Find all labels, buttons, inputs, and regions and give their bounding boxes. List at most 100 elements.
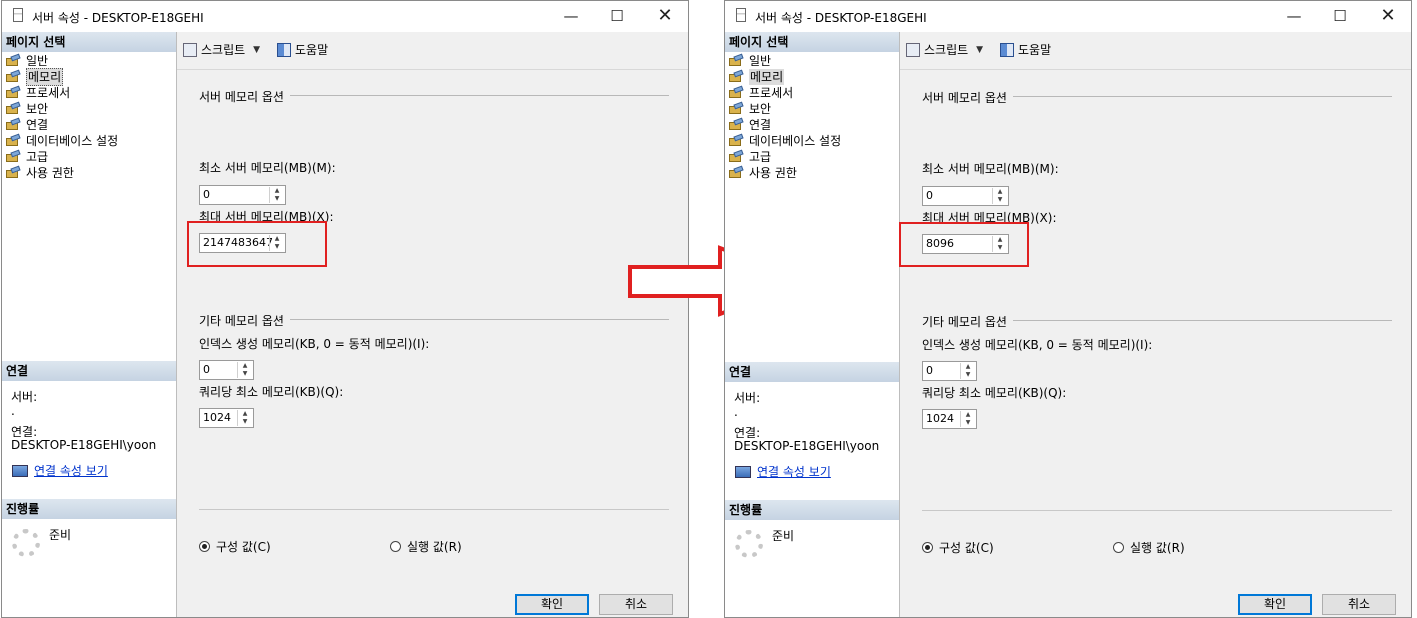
script-button[interactable]: 스크립트 ▼: [183, 41, 266, 58]
down-arrow-icon: ▼: [242, 370, 248, 377]
index-creation-memory-input[interactable]: 0 ▲ ▼: [922, 361, 977, 381]
min-server-memory-input[interactable]: 0 ▲ ▼: [199, 185, 286, 205]
nav-item-memory[interactable]: 메모리: [6, 68, 64, 86]
nav-item-processor[interactable]: 프로세서: [729, 85, 793, 101]
connection-header: 연결: [725, 362, 899, 382]
progress-header: 진행률: [2, 499, 176, 519]
progress-spinner-icon: [12, 529, 40, 557]
page-icon: [6, 151, 20, 163]
progress-spinner-icon: [735, 530, 763, 558]
other-memory-group-label: 기타 메모리 옵션: [922, 313, 1013, 330]
radio-unselected-icon: [390, 541, 401, 552]
page-icon: [729, 135, 743, 147]
close-button[interactable]: ✕: [648, 5, 682, 27]
down-arrow-icon: ▼: [965, 371, 971, 378]
cancel-button[interactable]: 취소: [1322, 594, 1396, 615]
cancel-button[interactable]: 취소: [599, 594, 673, 615]
connection-label: 연결:: [734, 426, 761, 440]
help-button[interactable]: 도움말: [277, 41, 328, 58]
nav-item-permissions[interactable]: 사용 권한: [6, 165, 74, 181]
ok-button[interactable]: 확인: [1238, 594, 1312, 615]
server-memory-group-label: 서버 메모리 옵션: [199, 88, 290, 105]
help-button[interactable]: 도움말: [1000, 41, 1051, 58]
min-query-memory-input[interactable]: 1024 ▲ ▼: [199, 408, 254, 428]
down-arrow-icon: ▼: [997, 196, 1003, 203]
running-values-radio[interactable]: 실행 값(R): [390, 538, 462, 555]
connection-label: 연결:: [11, 425, 38, 439]
window-title: 서버 속성 - DESKTOP-E18GEHI: [32, 11, 204, 25]
toolbar: 스크립트 ▼ 도움말: [900, 32, 1411, 70]
min-server-memory-input[interactable]: 0 ▲ ▼: [922, 186, 1009, 206]
page-icon: [729, 71, 743, 83]
page-icon: [6, 167, 20, 179]
min-query-memory-input[interactable]: 1024 ▲ ▼: [922, 409, 977, 429]
index-creation-memory-input[interactable]: 0 ▲ ▼: [199, 360, 254, 380]
connection-value: DESKTOP-E18GEHI\yoon: [734, 439, 880, 453]
running-values-radio[interactable]: 실행 값(R): [1113, 539, 1185, 556]
nav-item-general[interactable]: 일반: [729, 53, 771, 69]
down-arrow-icon: ▼: [965, 419, 971, 426]
up-arrow-icon: ▲: [274, 187, 280, 194]
toolbar: 스크립트 ▼ 도움말: [177, 32, 688, 70]
spinner-buttons[interactable]: ▲ ▼: [992, 188, 1007, 204]
nav-item-security[interactable]: 보안: [6, 101, 48, 117]
down-arrow-icon: ▼: [242, 418, 248, 425]
server-value: .: [11, 404, 15, 418]
spinner-buttons[interactable]: ▲ ▼: [237, 410, 252, 426]
window-title: 서버 속성 - DESKTOP-E18GEHI: [755, 11, 927, 25]
server-value: .: [734, 405, 738, 419]
nav-item-security[interactable]: 보안: [729, 101, 771, 117]
nav-item-connections[interactable]: 연결: [729, 117, 771, 133]
nav-item-processor[interactable]: 프로세서: [6, 85, 70, 101]
min-server-memory-label: 최소 서버 메모리(MB)(M):: [199, 161, 336, 175]
nav-item-advanced[interactable]: 고급: [6, 149, 48, 165]
nav-item-advanced[interactable]: 고급: [729, 149, 771, 165]
spinner-buttons[interactable]: ▲ ▼: [960, 411, 975, 427]
page-select-header: 페이지 선택: [2, 32, 176, 52]
page-select-header: 페이지 선택: [725, 32, 899, 52]
highlight-box: [899, 222, 1029, 267]
view-connection-properties-link[interactable]: 연결 속성 보기: [12, 462, 108, 479]
maximize-button[interactable]: ☐: [600, 5, 634, 27]
spinner-buttons[interactable]: ▲ ▼: [960, 363, 975, 379]
title-bar: 서버 속성 - DESKTOP-E18GEHI — ☐ ✕: [725, 1, 1411, 32]
nav-item-general[interactable]: 일반: [6, 53, 48, 69]
minimize-button[interactable]: —: [554, 5, 588, 27]
progress-status: 준비: [49, 528, 72, 542]
page-icon: [6, 103, 20, 115]
up-arrow-icon: ▲: [965, 411, 971, 418]
nav-item-database-settings[interactable]: 데이터베이스 설정: [729, 133, 841, 149]
index-creation-memory-label: 인덱스 생성 메모리(KB, 0 = 동적 메모리)(I):: [922, 338, 1153, 352]
connection-header: 연결: [2, 361, 176, 381]
dropdown-arrow-icon[interactable]: ▼: [976, 45, 983, 55]
nav-item-database-settings[interactable]: 데이터베이스 설정: [6, 133, 118, 149]
spinner-buttons[interactable]: ▲ ▼: [269, 187, 284, 203]
server-memory-group-label: 서버 메모리 옵션: [922, 89, 1013, 106]
server-properties-window-after: 서버 속성 - DESKTOP-E18GEHI — ☐ ✕ 페이지 선택 일반 …: [724, 0, 1412, 618]
min-server-memory-label: 최소 서버 메모리(MB)(M):: [922, 162, 1059, 176]
help-icon: [1000, 42, 1014, 57]
nav-item-connections[interactable]: 연결: [6, 117, 48, 133]
configured-values-radio[interactable]: 구성 값(C): [199, 538, 271, 555]
server-label: 서버:: [11, 390, 38, 404]
spinner-buttons[interactable]: ▲ ▼: [237, 362, 252, 378]
radio-selected-icon: [199, 541, 210, 552]
maximize-button[interactable]: ☐: [1323, 5, 1357, 27]
script-icon: [906, 42, 920, 57]
ok-button[interactable]: 확인: [515, 594, 589, 615]
connection-properties-icon: [735, 465, 751, 478]
nav-item-memory[interactable]: 메모리: [729, 69, 785, 85]
minimize-button[interactable]: —: [1277, 5, 1311, 27]
dropdown-arrow-icon[interactable]: ▼: [253, 45, 260, 55]
view-connection-properties-link[interactable]: 연결 속성 보기: [735, 463, 831, 480]
app-icon: [736, 8, 746, 22]
page-icon: [729, 151, 743, 163]
nav-item-permissions[interactable]: 사용 권한: [729, 165, 797, 181]
server-label: 서버:: [734, 391, 761, 405]
progress-header: 진행률: [725, 500, 899, 520]
page-icon: [6, 119, 20, 131]
close-button[interactable]: ✕: [1371, 5, 1405, 27]
progress-status: 준비: [772, 529, 795, 543]
script-button[interactable]: 스크립트 ▼: [906, 41, 989, 58]
configured-values-radio[interactable]: 구성 값(C): [922, 539, 994, 556]
